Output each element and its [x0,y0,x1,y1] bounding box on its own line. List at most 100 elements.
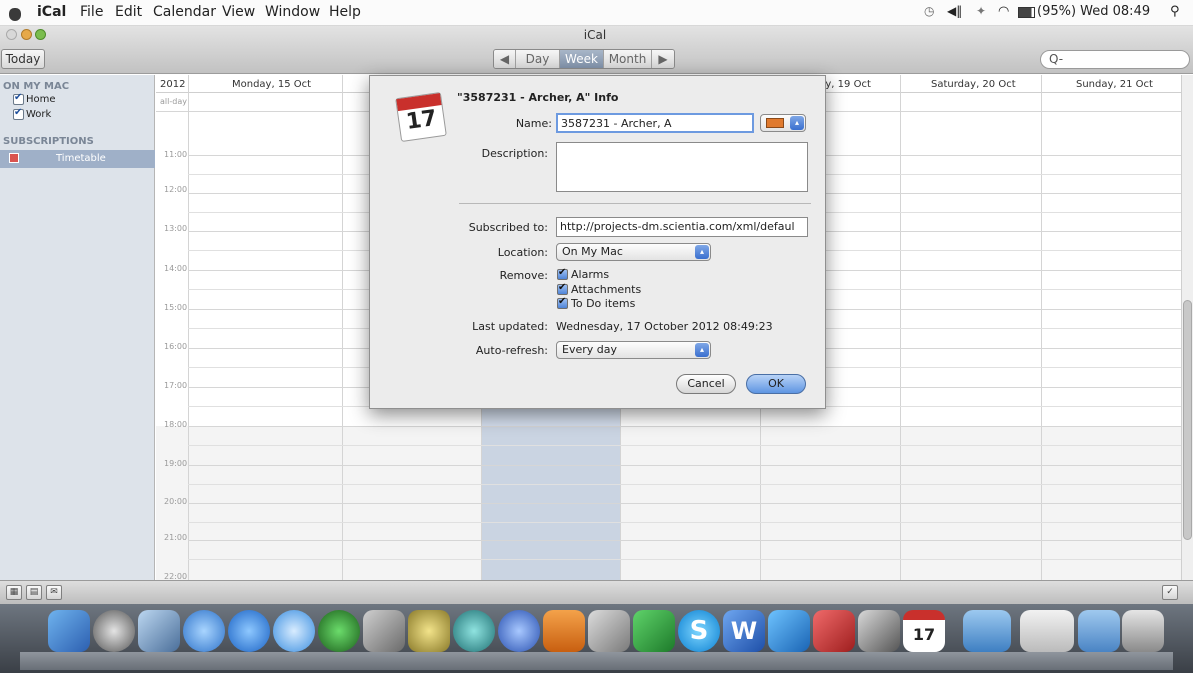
trash-icon[interactable] [1122,610,1164,652]
time-machine-icon[interactable]: ◷ [924,4,934,18]
allday-label: all-day [160,97,187,106]
time-label: 19:00 [164,459,188,468]
imovie-icon[interactable] [408,610,450,652]
separator [459,203,811,204]
mail-icon[interactable] [138,610,180,652]
app-icon[interactable] [858,610,900,652]
skype-icon[interactable]: S [678,610,720,652]
time-machine-dock-icon[interactable] [453,610,495,652]
name-field[interactable]: 3587231 - Archer, A [556,113,754,133]
clock-status[interactable]: (95%) Wed 08:49 [1037,4,1150,19]
hour-line [188,465,1181,466]
spotlight-icon[interactable]: ⚲ [1170,4,1180,19]
minimize-window-icon[interactable] [21,29,32,40]
show-minimonth-icon[interactable]: ▤ [26,585,42,600]
next-arrow-icon[interactable]: ▶ [652,50,674,68]
attachments-option[interactable]: Attachments [571,283,641,296]
window-title: iCal [583,28,607,42]
menu-app-name[interactable]: iCal [37,4,66,20]
attachments-checkbox[interactable] [557,282,568,295]
day-header-sat[interactable]: Saturday, 20 Oct [931,79,1016,90]
itunes-icon[interactable] [498,610,540,652]
finder-icon[interactable] [48,610,90,652]
messenger-icon[interactable] [768,610,810,652]
iphoto-icon[interactable] [363,610,405,652]
remove-label: Remove: [499,269,548,282]
alarms-checkbox[interactable] [557,267,568,280]
wifi-icon[interactable]: ◠ [998,4,1009,19]
search-field[interactable]: Q- [1040,50,1190,69]
sidebar-item-work[interactable]: Work [26,109,51,120]
description-field[interactable] [556,142,808,192]
close-window-icon[interactable] [6,29,17,40]
cancel-button[interactable]: Cancel [676,374,736,394]
show-todo-icon[interactable]: ✓ [1162,585,1178,600]
day-header-mon[interactable]: Monday, 15 Oct [232,79,311,90]
dock-shelf [20,652,1173,670]
volume-icon[interactable]: ◀‖ [947,4,962,18]
word-icon[interactable]: W [723,610,765,652]
menu-edit[interactable]: Edit [115,4,142,20]
time-label: 12:00 [164,185,188,194]
battery-icon[interactable] [1018,7,1035,18]
applications-folder-icon[interactable] [963,610,1011,652]
spotify-icon[interactable] [318,610,360,652]
alarms-option[interactable]: Alarms [571,268,609,281]
vlc-icon[interactable] [543,610,585,652]
ok-button[interactable]: OK [746,374,806,394]
day-header-sun[interactable]: Sunday, 21 Oct [1076,79,1153,90]
bluetooth-icon[interactable]: ✦ [976,4,986,18]
show-calendars-icon[interactable]: ▦ [6,585,22,600]
zoom-window-icon[interactable] [35,29,46,40]
home-calendar-checkbox[interactable] [13,92,24,105]
name-label: Name: [515,117,552,130]
menu-window[interactable]: Window [265,4,320,20]
apple-menu-icon[interactable] [9,8,21,21]
color-swatch-icon [766,118,784,128]
dock: S W 17 [0,604,1193,673]
time-label: 21:00 [164,533,188,542]
ical-dock-icon[interactable]: 17 [903,610,945,652]
show-notifications-icon[interactable]: ✉ [46,585,62,600]
system-preferences-icon[interactable] [588,610,630,652]
tab-month[interactable]: Month [604,50,652,68]
sidebar-section-subscriptions[interactable]: SUBSCRIPTIONS [3,136,94,147]
color-popup[interactable]: ▴ [760,114,806,132]
downloads-folder-icon[interactable] [1078,610,1120,652]
safari-icon[interactable] [273,610,315,652]
work-calendar-checkbox[interactable] [13,107,24,120]
menu-file[interactable]: File [80,4,103,20]
time-label: 18:00 [164,420,188,429]
popup-arrows-icon: ▴ [695,343,709,357]
timetable-calendar-checkbox[interactable] [9,153,19,163]
sidebar-item-timetable[interactable]: Timetable [56,153,106,164]
subscribed-url-field[interactable]: http://projects-dm.scientia.com/xml/defa… [556,217,808,237]
time-label: 17:00 [164,381,188,390]
app-store-icon[interactable] [228,610,270,652]
tab-day[interactable]: Day [516,50,560,68]
today-button[interactable]: Today [1,49,45,69]
menu-calendar[interactable]: Calendar [153,4,216,20]
excel-icon[interactable] [633,610,675,652]
todo-items-checkbox[interactable] [557,296,568,309]
popup-arrows-icon: ▴ [695,245,709,259]
tab-week[interactable]: Week [560,50,604,68]
scrollbar-thumb[interactable] [1183,300,1192,540]
document-stack-icon[interactable] [1020,610,1074,652]
vertical-scrollbar[interactable] [1181,75,1193,580]
menu-view[interactable]: View [222,4,255,20]
hour-line [188,540,1181,541]
description-label: Description: [481,147,548,160]
location-popup[interactable]: On My Mac ▴ [556,243,711,261]
previous-arrow-icon[interactable]: ◀ [494,50,516,68]
sbx-icon[interactable] [813,610,855,652]
dashboard-icon[interactable] [93,610,135,652]
ichat-icon[interactable] [183,610,225,652]
todo-items-option[interactable]: To Do items [571,297,635,310]
auto-refresh-popup[interactable]: Every day ▴ [556,341,711,359]
menu-help[interactable]: Help [329,4,361,20]
sidebar-section-on-my-mac[interactable]: ON MY MAC [3,81,69,92]
sidebar-item-home[interactable]: Home [26,94,56,105]
auto-refresh-value: Every day [562,343,617,356]
screen: iCal File Edit Calendar View Window Help… [0,0,1193,673]
